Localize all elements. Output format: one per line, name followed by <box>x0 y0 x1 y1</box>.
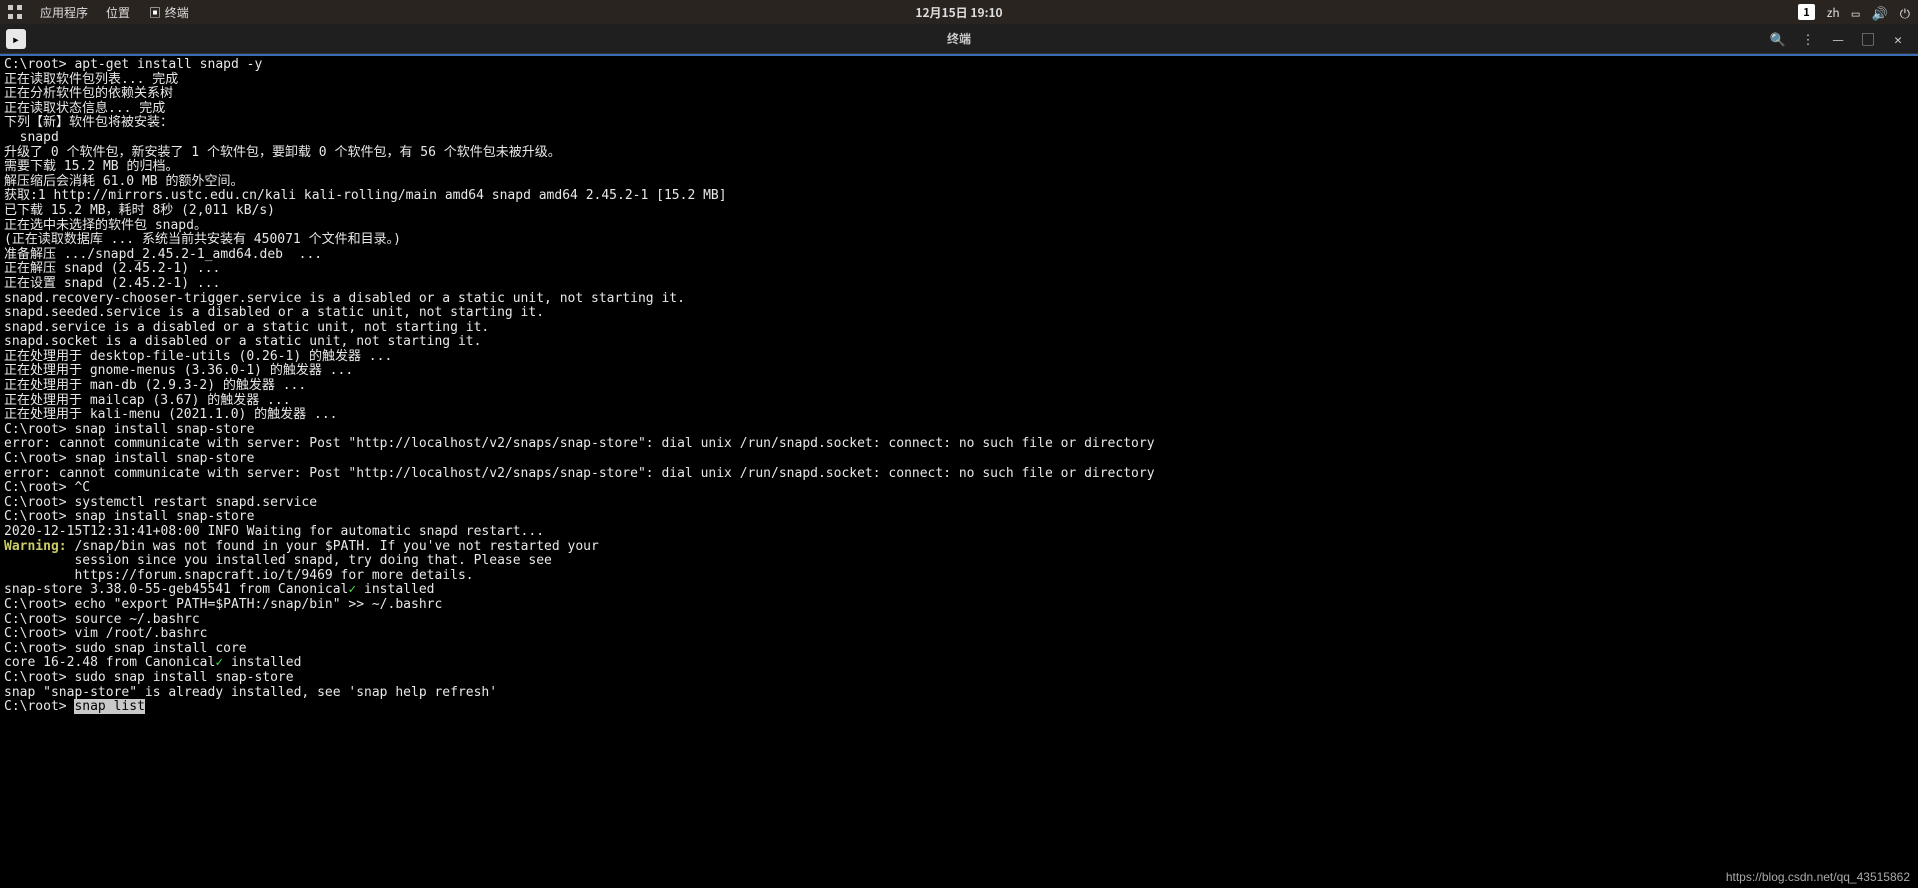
applications-menu[interactable]: 应用程序 <box>40 4 88 21</box>
terminal-icon: ▣ <box>148 4 162 21</box>
volume-icon[interactable]: 🔊 <box>1872 3 1888 22</box>
activities-icon[interactable] <box>8 5 22 19</box>
new-tab-button[interactable]: ▸ <box>6 29 26 49</box>
system-topbar: 应用程序 位置 ▣ 终端 12月15日 19:10 1 zh ▭ 🔊 ⏻ <box>0 0 1918 24</box>
terminal-menu-label: 终端 <box>165 4 189 21</box>
search-button[interactable]: 🔍 <box>1764 27 1792 51</box>
terminal-titlebar: ▸ 终端 🔍 ⋮ — ▢ ✕ <box>0 24 1918 54</box>
menu-button[interactable]: ⋮ <box>1794 27 1822 51</box>
screen-icon[interactable]: ▭ <box>1852 3 1860 22</box>
maximize-button[interactable]: ▢ <box>1854 27 1882 51</box>
clock[interactable]: 12月15日 19:10 <box>915 4 1002 21</box>
places-menu[interactable]: 位置 <box>106 4 130 21</box>
minimize-button[interactable]: — <box>1824 27 1852 51</box>
power-icon[interactable]: ⏻ <box>1900 3 1910 22</box>
terminal-menu-item[interactable]: ▣ 终端 <box>148 4 189 21</box>
terminal-output[interactable]: C:\root> apt-get install snapd -y正在读取软件包… <box>0 54 1918 888</box>
watermark: https://blog.csdn.net/qq_43515862 <box>1726 870 1910 884</box>
close-button[interactable]: ✕ <box>1884 27 1912 51</box>
input-method-indicator[interactable]: zh <box>1827 4 1840 21</box>
window-title: 终端 <box>947 30 971 47</box>
workspace-indicator[interactable]: 1 <box>1798 4 1815 20</box>
